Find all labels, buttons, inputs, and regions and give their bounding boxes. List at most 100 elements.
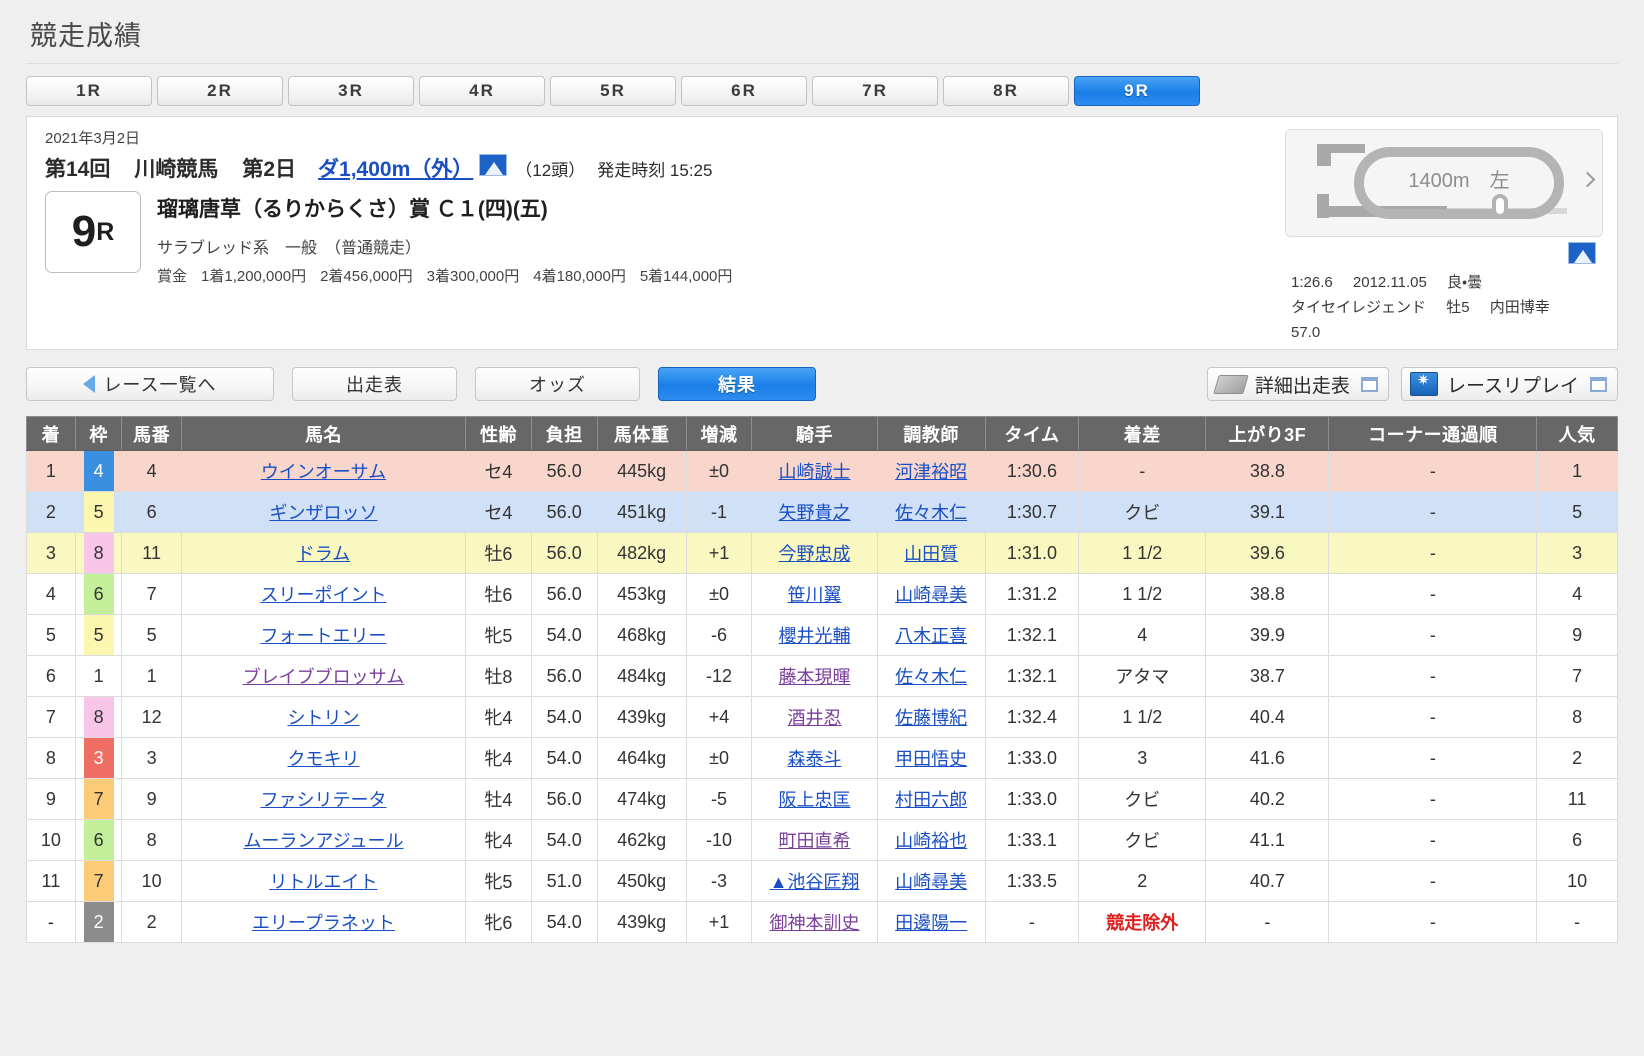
jockey-name-link[interactable]: ▲池谷匠翔	[770, 872, 860, 892]
horse-name-link[interactable]: ブレイブブロッサム	[243, 667, 405, 687]
horse-name-link[interactable]: シトリン	[287, 708, 359, 728]
nav-button-2[interactable]: オッズ	[475, 367, 640, 401]
horse-name[interactable]: エリープラネット	[180, 901, 467, 943]
jockey-name[interactable]: 阪上忠匡	[751, 778, 878, 820]
jockey-name-link[interactable]: 酒井忍	[788, 708, 842, 728]
race-tab-4r[interactable]: 4R	[419, 76, 545, 106]
col-header-5: 負担	[530, 416, 598, 451]
horse-name[interactable]: クモキリ	[180, 737, 467, 779]
jockey-name-link[interactable]: 藤本現暉	[779, 667, 851, 687]
nav-button-3[interactable]: 結果	[658, 367, 816, 401]
jockey-name[interactable]: 笹川翼	[751, 573, 878, 615]
race-tab-7r[interactable]: 7R	[812, 76, 938, 106]
race-results-page: 競走成績 1R 2R 3R 4R 5R 6R 7R 8R 9R 2021年3月2日 第14回 川…	[0, 0, 1644, 1056]
popularity-value: 9	[1572, 624, 1583, 645]
jockey-name-link[interactable]: 今野忠成	[779, 544, 851, 564]
trainer-name-link[interactable]: 甲田悟史	[895, 749, 967, 769]
horse-name-link[interactable]: クモキリ	[287, 749, 359, 769]
horse-name-link[interactable]: スリーポイント	[260, 585, 386, 605]
horse-name-link[interactable]: ドラム	[297, 544, 350, 564]
trainer-name-link[interactable]: 山崎裕也	[895, 831, 967, 851]
horse-name[interactable]: シトリン	[180, 696, 467, 738]
trainer-name[interactable]: 山崎尋美	[876, 860, 986, 902]
jockey-name[interactable]: 今野忠成	[751, 532, 878, 574]
jockey-name[interactable]: 町田直希	[751, 819, 878, 861]
race-tab-5r[interactable]: 5R	[550, 76, 676, 106]
popularity-value: 2	[1572, 747, 1583, 768]
distance-link[interactable]: ダ1,400m（外）	[318, 153, 473, 183]
course-thumbnail-icon[interactable]	[479, 154, 508, 176]
jockey-name-link[interactable]: 森泰斗	[788, 749, 842, 769]
jockey-name-link[interactable]: 阪上忠匡	[779, 790, 851, 810]
horse-name[interactable]: スリーポイント	[180, 573, 467, 615]
race-tab-6r[interactable]: 6R	[681, 76, 807, 106]
jockey-name[interactable]: 森泰斗	[751, 737, 878, 779]
weight-change-value: +1	[708, 911, 730, 932]
trainer-name-link[interactable]: 河津裕昭	[895, 462, 967, 482]
trainer-name[interactable]: 八木正喜	[876, 614, 986, 656]
horse-name[interactable]: ブレイブブロッサム	[180, 655, 467, 697]
horse-name[interactable]: ドラム	[180, 532, 467, 574]
horse-name[interactable]: ファシリテータ	[180, 778, 467, 820]
jockey-name-link[interactable]: 笹川翼	[788, 585, 842, 605]
horse-name[interactable]: リトルエイト	[180, 860, 467, 902]
trainer-name[interactable]: 村田六郎	[876, 778, 986, 820]
link-button-1[interactable]: レースリプレイ	[1400, 367, 1618, 401]
link-button-0[interactable]: 詳細出走表	[1206, 367, 1389, 401]
jockey-name-link[interactable]: 町田直希	[779, 831, 851, 851]
horse-name-link[interactable]: ギンザロッソ	[269, 503, 377, 523]
jockey-name[interactable]: 藤本現暉	[751, 655, 878, 697]
jockey-name-link[interactable]: 山崎誠士	[779, 462, 851, 482]
horse-number: 4	[121, 450, 182, 492]
horse-name-link[interactable]: ウインオーサム	[261, 462, 386, 482]
horse-name-link[interactable]: ファシリテータ	[260, 790, 386, 810]
trainer-name[interactable]: 田邊陽一	[876, 901, 986, 943]
frame-number: 7	[74, 778, 123, 820]
horse-name[interactable]: フォートエリー	[180, 614, 467, 656]
trainer-name[interactable]: 佐藤博紀	[876, 696, 986, 738]
race-tab-2r[interactable]: 2R	[157, 76, 283, 106]
jockey-name[interactable]: 矢野貴之	[751, 491, 878, 533]
trainer-name-link[interactable]: 佐藤博紀	[895, 708, 967, 728]
jockey-name-link[interactable]: 櫻井光輔	[779, 626, 851, 646]
course-diagram-card[interactable]: 1400m 左	[1285, 129, 1603, 264]
trainer-name[interactable]: 山崎尋美	[876, 573, 986, 615]
horse-name-link[interactable]: エリープラネット	[252, 913, 395, 933]
trainer-name[interactable]: 佐々木仁	[876, 655, 986, 697]
course-photo-icon[interactable]	[1568, 242, 1596, 264]
sex-age-value: セ4	[484, 462, 513, 482]
trainer-name-link[interactable]: 八木正喜	[895, 626, 967, 646]
race-tab-1r[interactable]: 1R	[26, 76, 152, 106]
horse-name-link[interactable]: ムーランアジュール	[243, 831, 403, 851]
jockey-name[interactable]: 酒井忍	[751, 696, 878, 738]
horse-name[interactable]: ウインオーサム	[180, 450, 467, 492]
margin-value: 1 1/2	[1122, 542, 1163, 563]
trainer-name[interactable]: 甲田悟史	[876, 737, 986, 779]
nav-button-0[interactable]: レース一覧へ	[26, 367, 274, 401]
jockey-name-link[interactable]: 矢野貴之	[779, 503, 851, 523]
trainer-name-link[interactable]: 山田質	[904, 544, 958, 564]
trainer-name[interactable]: 山崎裕也	[876, 819, 986, 861]
horse-name-link[interactable]: リトルエイト	[269, 872, 377, 892]
jockey-name[interactable]: 山崎誠士	[751, 450, 878, 492]
trainer-name[interactable]: 河津裕昭	[876, 450, 986, 492]
jockey-name-link[interactable]: 御神本訓史	[770, 913, 860, 933]
trainer-name-link[interactable]: 佐々木仁	[895, 503, 967, 523]
jockey-name[interactable]: 櫻井光輔	[751, 614, 878, 656]
nav-button-1[interactable]: 出走表	[292, 367, 457, 401]
trainer-name-link[interactable]: 田邊陽一	[895, 913, 967, 933]
horse-name-link[interactable]: フォートエリー	[260, 626, 386, 646]
race-tab-9r[interactable]: 9R	[1074, 76, 1200, 106]
jockey-name[interactable]: ▲池谷匠翔	[751, 860, 878, 902]
horse-name[interactable]: ムーランアジュール	[180, 819, 467, 861]
trainer-name-link[interactable]: 山崎尋美	[895, 872, 967, 892]
trainer-name-link[interactable]: 山崎尋美	[895, 585, 967, 605]
trainer-name-link[interactable]: 村田六郎	[895, 790, 967, 810]
trainer-name[interactable]: 山田質	[876, 532, 986, 574]
trainer-name[interactable]: 佐々木仁	[876, 491, 986, 533]
trainer-name-link[interactable]: 佐々木仁	[895, 667, 967, 687]
race-tab-3r[interactable]: 3R	[288, 76, 414, 106]
jockey-name[interactable]: 御神本訓史	[751, 901, 878, 943]
race-tab-8r[interactable]: 8R	[943, 76, 1069, 106]
horse-name[interactable]: ギンザロッソ	[180, 491, 467, 533]
